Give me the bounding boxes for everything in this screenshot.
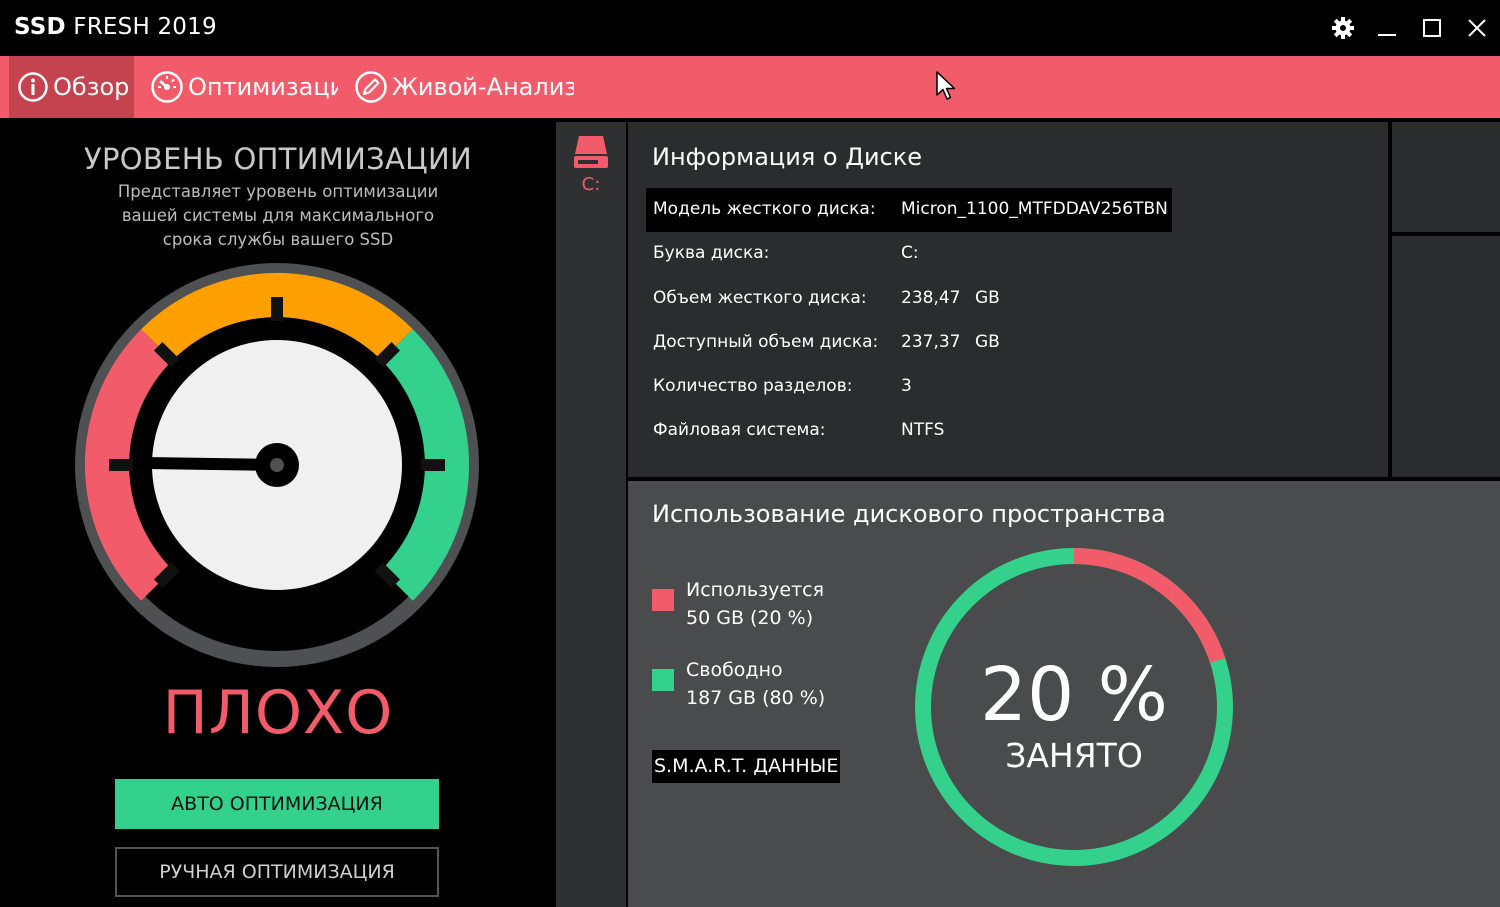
gear-icon [1332,17,1354,39]
app-title-rest: FRESH 2019 [65,14,217,40]
disk-info-title: Информация о Диске [652,143,923,171]
disk-capacity-label: Объем жесткого диска: [653,288,867,308]
side-panel-bottom [1392,236,1500,477]
title-bar: SSD FRESH 2019 [0,0,1500,56]
legend-used-value: 50 GB (20 %) [686,607,814,629]
tab-live-analysis[interactable]: Живой-Анализ [354,56,574,118]
file-system-label: Файловая система: [653,420,826,440]
legend-free-value: 187 GB (80 %) [686,687,826,709]
close-button[interactable] [1459,10,1495,46]
disk-usage-panel: Использование дискового пространства Исп… [628,481,1500,907]
hard-drive-icon [574,136,608,168]
drive-selector[interactable]: C: [556,122,626,907]
usage-percent: 20 % [980,652,1168,738]
tab-overview[interactable]: Обзор [9,56,134,118]
partition-count-value: 3 [901,376,912,396]
speedometer-icon [151,71,183,103]
drive-letter-label: Буква диска: [653,243,770,263]
smart-data-button[interactable]: S.M.A.R.T. ДАННЫЕ [652,750,841,783]
legend-free-swatch [652,669,674,691]
info-circle-icon [18,72,48,102]
manual-optimization-button[interactable]: РУЧНАЯ ОПТИМИЗАЦИЯ [115,847,439,897]
side-panel-top [1392,122,1500,232]
tab-optimization[interactable]: Оптимизация [150,56,338,118]
app-title: SSD FRESH 2019 [14,14,217,40]
pencil-circle-icon [355,71,387,103]
disk-capacity-value: 238,47 [901,288,961,308]
drive-letter-value: C: [901,243,919,263]
tab-optimization-label: Оптимизация [188,73,338,101]
optimization-description: Представляет уровень оптимизации вашей с… [117,182,439,249]
settings-button[interactable] [1325,10,1361,46]
partition-count-label: Количество разделов: [653,376,853,396]
tab-overview-label: Обзор [53,73,130,101]
maximize-button[interactable] [1414,10,1450,46]
mouse-cursor-icon [936,71,956,100]
optimization-panel: УРОВЕНЬ ОПТИМИЗАЦИИ Представляет уровень… [0,118,556,907]
app-title-bold: SSD [14,14,66,40]
disk-capacity-unit: GB [975,288,1000,308]
drive-letter: C: [581,174,601,195]
disk-available-unit: GB [975,332,1000,352]
file-system-value: NTFS [901,420,945,440]
optimization-gauge [75,263,479,667]
disk-available-value: 237,37 [901,332,961,352]
minimize-button[interactable] [1369,10,1405,46]
tab-live-analysis-label: Живой-Анализ [392,73,574,101]
minimize-icon [1378,34,1396,36]
nav-bar: Обзор Оптимизация Живой-Анализ [0,56,1500,118]
disk-model-row: Модель жесткого диска: Micron_1100_MTFDD… [646,188,1172,232]
legend-used-swatch [652,589,674,611]
legend-free-label: Свободно [686,659,783,681]
disk-info-panel: Информация о Диске Модель жесткого диска… [628,122,1388,477]
usage-percent-caption: ЗАНЯТО [1005,736,1143,775]
disk-usage-title: Использование дискового пространства [652,500,1166,528]
disk-model-label: Модель жесткого диска: [653,199,876,219]
auto-optimization-button[interactable]: АВТО ОПТИМИЗАЦИЯ [115,779,439,829]
gauge-hub-center [270,458,284,472]
app-window: SSD FRESH 2019 Обзор Оптимизаци Живой-Ан… [0,0,1500,907]
legend-used-label: Используется [686,579,825,601]
optimization-status: ПЛОХО [162,678,394,748]
disk-available-label: Доступный объем диска: [653,332,879,352]
optimization-title: УРОВЕНЬ ОПТИМИЗАЦИИ [84,142,472,176]
maximize-icon [1423,19,1441,37]
close-icon [1468,19,1486,37]
disk-model-value: Micron_1100_MTFDDAV256TBN [901,199,1168,219]
